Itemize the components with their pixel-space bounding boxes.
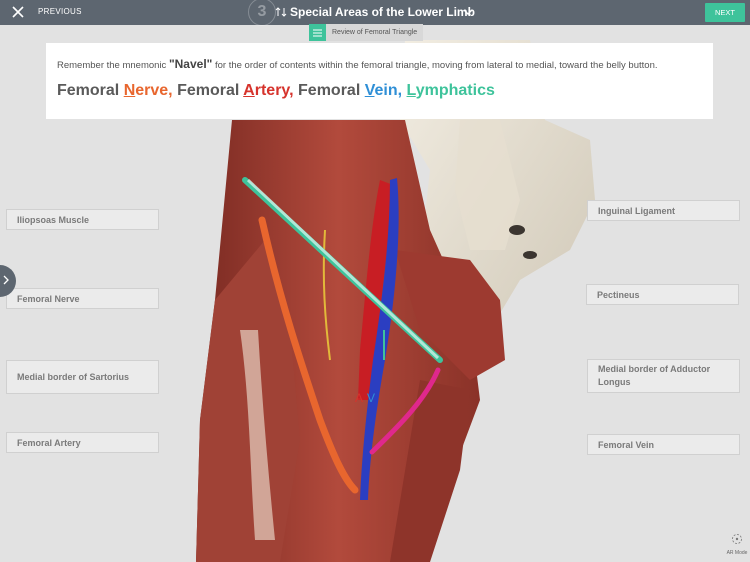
label-adductor-border[interactable]: Medial border of Adductor Longus: [587, 359, 740, 393]
label-inguinal-ligament[interactable]: Inguinal Ligament: [587, 200, 740, 221]
label-femoral-artery[interactable]: Femoral Artery: [6, 432, 159, 453]
femoral-contents: Femoral Nerve, Femoral Artery, Femoral V…: [57, 82, 495, 100]
ar-mode-label: AR Mode: [726, 550, 748, 556]
mnemonic-sentence: Remember the mnemonic "Navel" for the or…: [57, 57, 658, 71]
page-title: Special Areas of the Lower Limb: [290, 5, 475, 19]
nerve-rest: erve,: [135, 82, 173, 99]
close-icon[interactable]: [8, 2, 28, 22]
top-bar: PREVIOUS 3 Special Areas of the Lower Li…: [0, 0, 750, 26]
label-pectineus[interactable]: Pectineus: [586, 284, 739, 305]
lymph-initial: L: [406, 82, 416, 99]
chevron-down-icon[interactable]: [463, 8, 473, 16]
lymph-rest: ymphatics: [415, 82, 495, 99]
list-icon: [309, 24, 326, 41]
review-label: Review of Femoral Triangle: [332, 29, 418, 36]
artery-initial: A: [243, 82, 255, 99]
vein-prefix: Femoral: [293, 82, 365, 99]
ar-mode-button[interactable]: AR Mode: [725, 532, 749, 556]
mnemonic-word: "Navel": [168, 57, 213, 71]
vein-initial: V: [364, 82, 375, 99]
previous-button[interactable]: PREVIOUS: [38, 7, 82, 16]
next-button[interactable]: NEXT: [705, 3, 745, 22]
mnemonic-outro: for the order of contents within the fem…: [214, 60, 658, 71]
artery-rest: rtery,: [254, 82, 294, 99]
mnemonic-intro: Remember the mnemonic: [57, 60, 167, 71]
artery-prefix: Femoral: [172, 82, 244, 99]
mnemonic-card: Remember the mnemonic "Navel" for the or…: [46, 43, 713, 119]
chevron-right-icon: [3, 275, 9, 285]
label-femoral-nerve[interactable]: Femoral Nerve: [6, 288, 159, 309]
step-number: 3: [248, 0, 276, 26]
vein-marker: V: [367, 391, 375, 405]
label-iliopsoas[interactable]: Iliopsoas Muscle: [6, 209, 159, 230]
artery-marker: A: [355, 391, 363, 405]
swap-icon: [275, 7, 287, 17]
label-femoral-vein[interactable]: Femoral Vein: [587, 434, 740, 455]
review-chip[interactable]: Review of Femoral Triangle: [309, 24, 424, 41]
label-sartorius-border[interactable]: Medial border of Sartorius: [6, 360, 159, 394]
title-menu[interactable]: 3 Special Areas of the Lower Limb: [248, 0, 488, 26]
vein-rest: ein,: [374, 82, 403, 99]
nerve-initial: N: [123, 82, 136, 99]
nerve-prefix: Femoral: [57, 82, 124, 99]
ar-mode-icon: [732, 534, 742, 544]
